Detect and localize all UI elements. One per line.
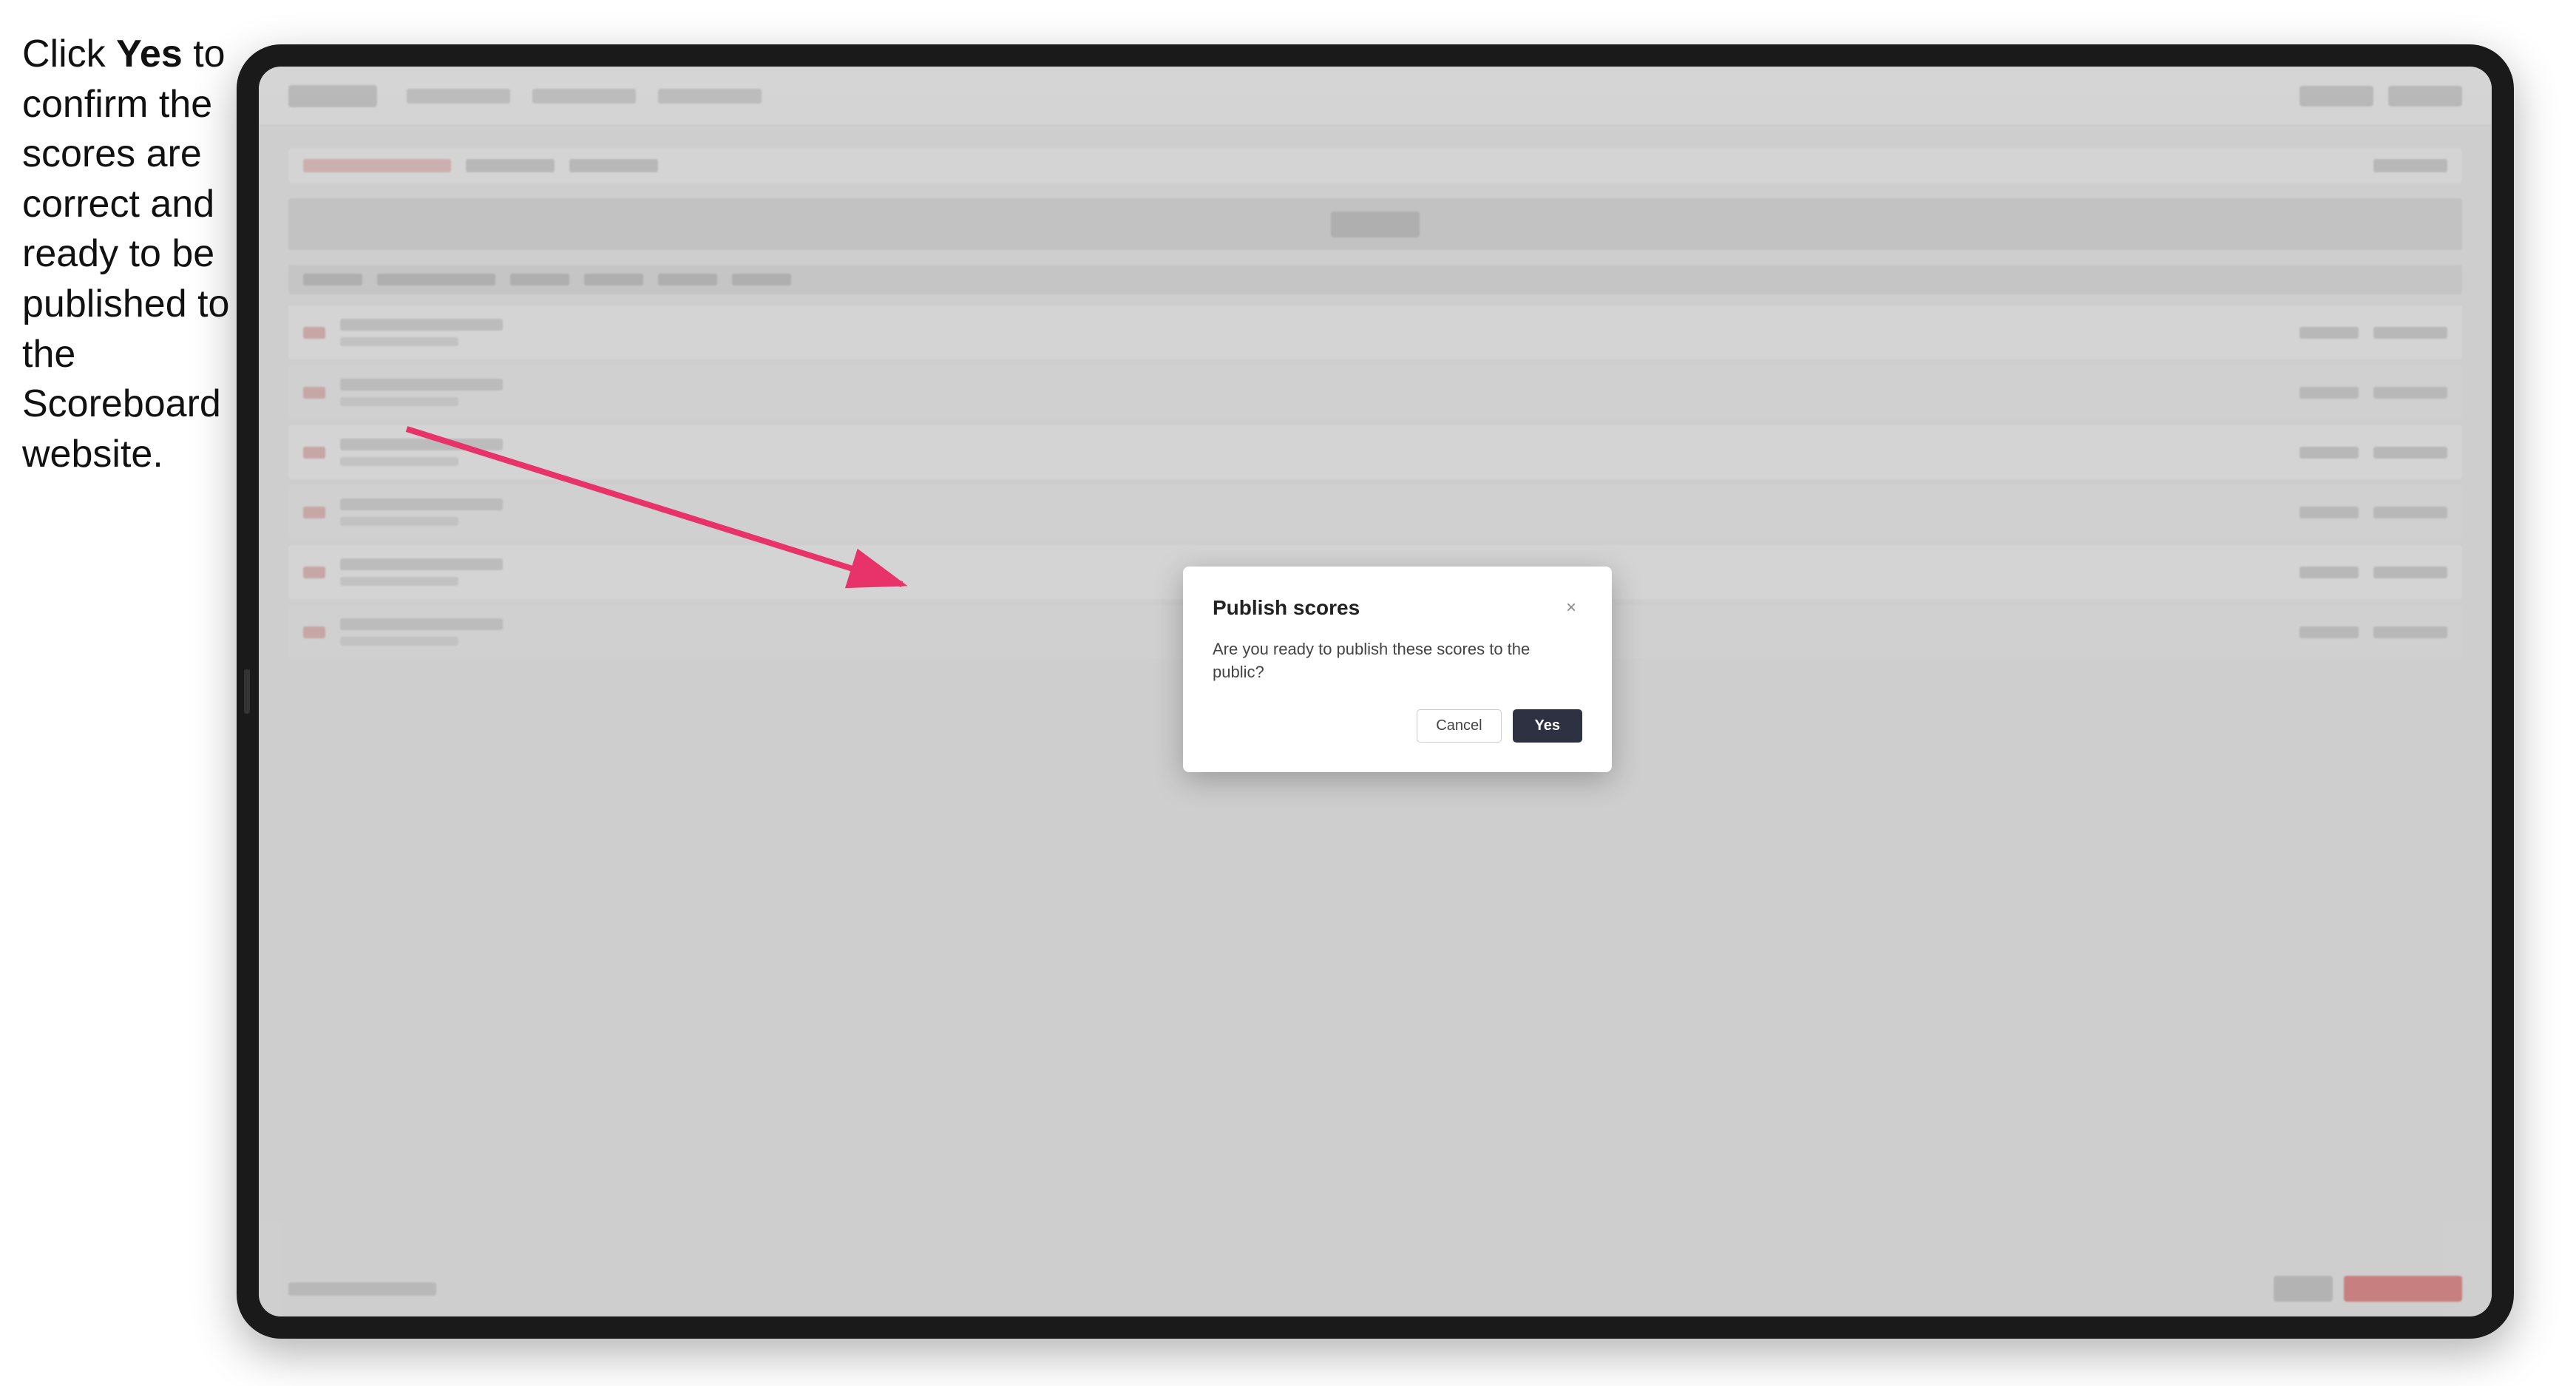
yes-button[interactable]: Yes	[1513, 709, 1582, 743]
tablet-side-button	[244, 669, 250, 714]
tablet-screen: Publish scores × Are you ready to publis…	[259, 67, 2492, 1316]
modal-footer: Cancel Yes	[1213, 709, 1582, 743]
cancel-button[interactable]: Cancel	[1417, 709, 1501, 743]
modal-overlay: Publish scores × Are you ready to publis…	[259, 67, 2492, 1316]
modal-title: Publish scores	[1213, 596, 1360, 620]
tablet-device: Publish scores × Are you ready to publis…	[237, 44, 2514, 1339]
modal-header: Publish scores ×	[1213, 596, 1582, 620]
instruction-text: Click Yes to confirm the scores are corr…	[22, 30, 237, 479]
instruction-suffix: to confirm the scores are correct and re…	[22, 33, 229, 476]
instruction-prefix: Click	[22, 33, 116, 75]
modal-body: Are you ready to publish these scores to…	[1213, 638, 1582, 684]
instruction-bold: Yes	[116, 33, 183, 75]
modal-dialog: Publish scores × Are you ready to publis…	[1183, 567, 1612, 773]
modal-close-button[interactable]: ×	[1560, 597, 1582, 619]
